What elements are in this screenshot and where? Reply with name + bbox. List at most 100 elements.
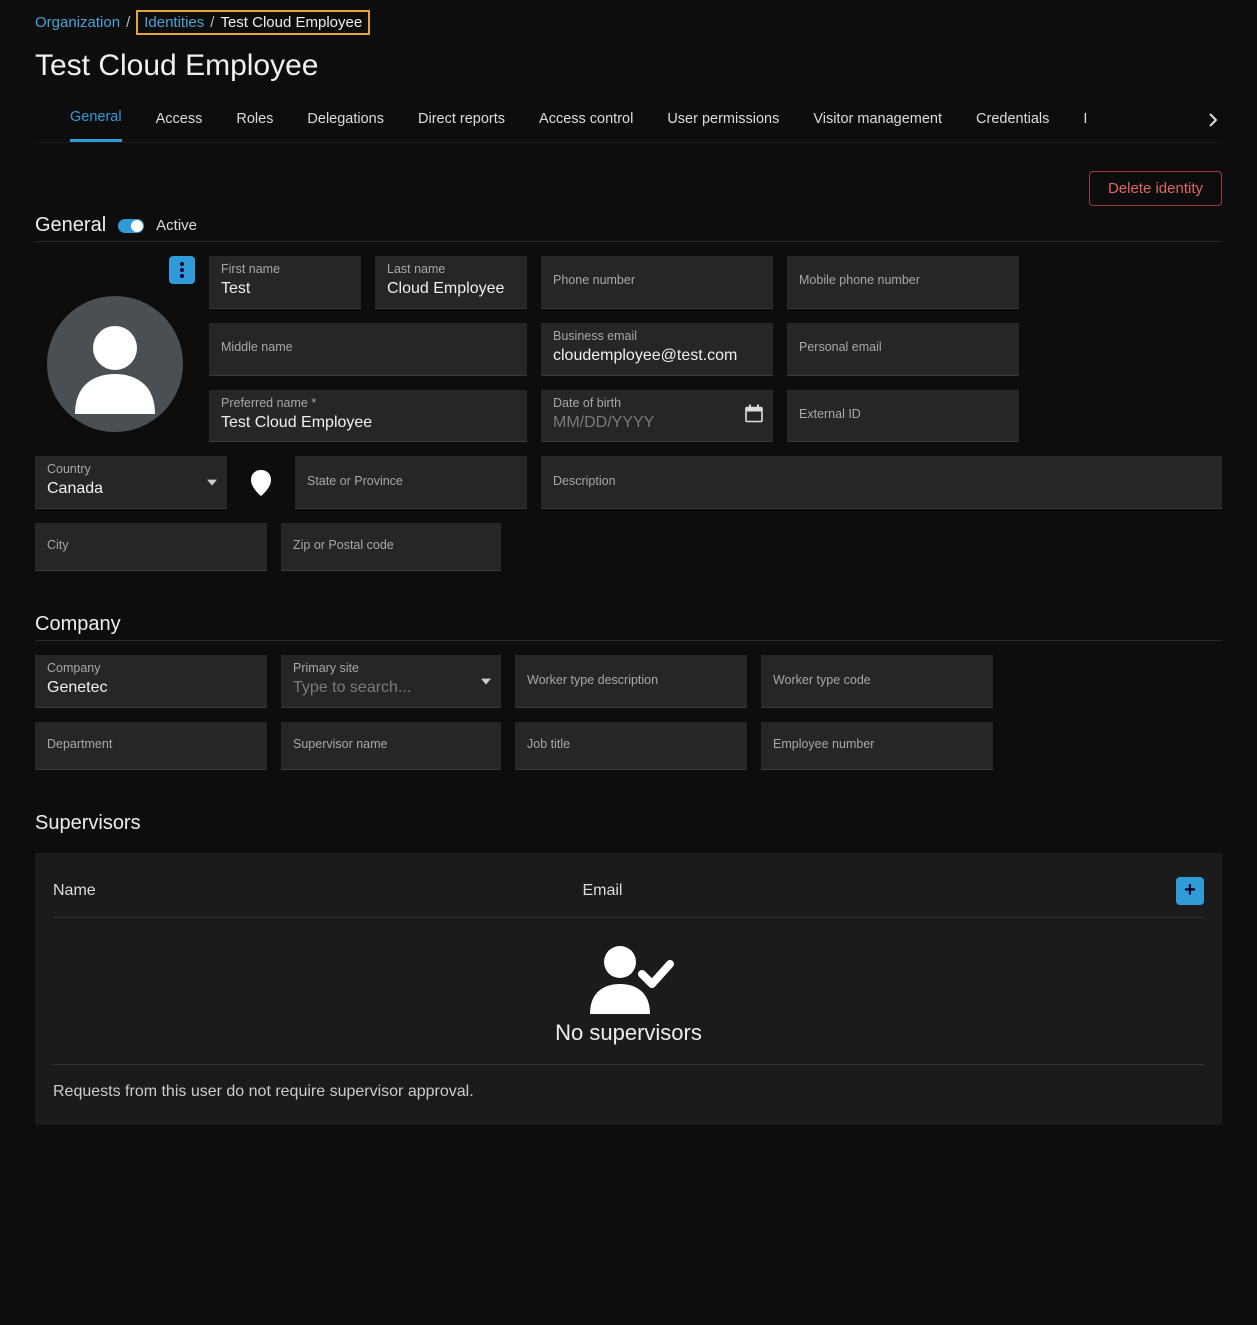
field-value: Test — [221, 279, 349, 300]
tab-direct-reports[interactable]: Direct reports — [418, 103, 505, 141]
job-title-field[interactable]: Job title — [515, 722, 747, 770]
section-title-general: General — [35, 214, 106, 237]
company-field[interactable]: Company Genetec — [35, 655, 267, 708]
section-header-supervisors: Supervisors — [35, 812, 1222, 839]
supervisors-empty: No supervisors — [53, 918, 1204, 1065]
field-label: Worker type code — [773, 673, 981, 688]
field-value: Genetec — [47, 678, 255, 699]
avatar[interactable] — [47, 296, 183, 432]
avatar-menu-button[interactable] — [169, 256, 195, 284]
field-label: Primary site — [293, 661, 489, 676]
section-title-supervisors: Supervisors — [35, 812, 141, 835]
tab-general[interactable]: General — [70, 101, 122, 142]
avatar-column — [35, 256, 195, 442]
supervisor-name-field[interactable]: Supervisor name — [281, 722, 501, 770]
field-label: Department — [47, 737, 255, 752]
breadcrumb-org[interactable]: Organization — [35, 14, 120, 31]
field-label: Middle name — [221, 340, 515, 355]
last-name-field[interactable]: Last name Cloud Employee — [375, 256, 527, 309]
field-label: Mobile phone number — [799, 273, 1007, 288]
business-email-field[interactable]: Business email cloudemployee@test.com — [541, 323, 773, 376]
person-icon — [65, 314, 165, 414]
field-label: Personal email — [799, 340, 1007, 355]
chevron-right-icon[interactable] — [1208, 113, 1222, 130]
supervisors-empty-text: No supervisors — [555, 1020, 702, 1046]
active-toggle[interactable] — [118, 219, 144, 233]
preferred-name-field[interactable]: Preferred name * Test Cloud Employee — [209, 390, 527, 443]
tabs: General Access Roles Delegations Direct … — [35, 101, 1222, 143]
section-title-company: Company — [35, 613, 121, 636]
field-placeholder: MM/DD/YYYY — [553, 413, 761, 434]
field-label: Employee number — [773, 737, 981, 752]
general-fields: First name Test Last name Cloud Employee… — [209, 256, 1222, 442]
tab-user-permissions[interactable]: User permissions — [667, 103, 779, 141]
field-label: City — [47, 538, 255, 553]
middle-name-field[interactable]: Middle name — [209, 323, 527, 376]
top-actions: Delete identity — [35, 171, 1222, 206]
tab-roles[interactable]: Roles — [236, 103, 273, 141]
field-label: Preferred name * — [221, 396, 515, 411]
personal-email-field[interactable]: Personal email — [787, 323, 1019, 376]
field-label: Country — [47, 462, 215, 477]
delete-identity-button[interactable]: Delete identity — [1089, 171, 1222, 206]
field-label: Phone number — [553, 273, 761, 288]
section-header-general: General Active — [35, 214, 1222, 242]
tab-access-control[interactable]: Access control — [539, 103, 633, 141]
first-name-field[interactable]: First name Test — [209, 256, 361, 309]
active-label: Active — [156, 217, 197, 234]
tab-visitor-management[interactable]: Visitor management — [813, 103, 942, 141]
chevron-down-icon — [481, 679, 491, 685]
map-pin-icon[interactable] — [241, 456, 281, 509]
calendar-icon[interactable] — [745, 405, 763, 426]
state-field[interactable]: State or Province — [295, 456, 527, 509]
page-title: Test Cloud Employee — [35, 49, 1222, 83]
description-field[interactable]: Description — [541, 456, 1222, 509]
chevron-down-icon — [207, 480, 217, 486]
employee-number-field[interactable]: Employee number — [761, 722, 993, 770]
field-label: Job title — [527, 737, 735, 752]
kebab-icon — [180, 262, 184, 278]
worker-type-code-field[interactable]: Worker type code — [761, 655, 993, 708]
col-name: Name — [53, 882, 582, 900]
field-label: State or Province — [307, 474, 515, 489]
field-label: Company — [47, 661, 255, 676]
breadcrumb-identities[interactable]: Identities — [144, 14, 204, 31]
tab-access[interactable]: Access — [156, 103, 203, 141]
field-label: Supervisor name — [293, 737, 489, 752]
field-label: External ID — [799, 407, 1007, 422]
field-placeholder: Type to search... — [293, 678, 489, 699]
worker-type-desc-field[interactable]: Worker type description — [515, 655, 747, 708]
field-label: Business email — [553, 329, 761, 344]
field-label: Zip or Postal code — [293, 538, 489, 553]
department-field[interactable]: Department — [35, 722, 267, 770]
tab-credentials[interactable]: Credentials — [976, 103, 1049, 141]
country-select[interactable]: Country Canada — [35, 456, 227, 509]
mobile-phone-field[interactable]: Mobile phone number — [787, 256, 1019, 309]
breadcrumb-sep: / — [210, 14, 214, 31]
field-value: Test Cloud Employee — [221, 413, 515, 434]
breadcrumb-highlight: Identities / Test Cloud Employee — [136, 10, 370, 35]
field-value: Cloud Employee — [387, 279, 515, 300]
phone-field[interactable]: Phone number — [541, 256, 773, 309]
supervisors-table-head: Name Email + — [53, 871, 1204, 918]
section-header-company: Company — [35, 613, 1222, 641]
city-field[interactable]: City — [35, 523, 267, 571]
person-check-icon — [584, 944, 674, 1014]
tab-delegations[interactable]: Delegations — [307, 103, 384, 141]
general-body: First name Test Last name Cloud Employee… — [35, 256, 1222, 442]
breadcrumb: Organization / Identities / Test Cloud E… — [35, 10, 1222, 35]
field-label: Worker type description — [527, 673, 735, 688]
date-of-birth-field[interactable]: Date of birth MM/DD/YYYY — [541, 390, 773, 443]
field-value: cloudemployee@test.com — [553, 346, 761, 367]
primary-site-select[interactable]: Primary site Type to search... — [281, 655, 501, 708]
add-supervisor-button[interactable]: + — [1176, 877, 1204, 905]
field-value: Canada — [47, 479, 215, 500]
external-id-field[interactable]: External ID — [787, 390, 1019, 443]
supervisors-note: Requests from this user do not require s… — [53, 1083, 1204, 1101]
breadcrumb-current: Test Cloud Employee — [220, 14, 362, 31]
col-email: Email — [582, 882, 1176, 900]
field-label: Last name — [387, 262, 515, 277]
tab-overflow[interactable]: I — [1083, 103, 1087, 141]
zip-field[interactable]: Zip or Postal code — [281, 523, 501, 571]
field-label: Description — [553, 474, 1210, 489]
